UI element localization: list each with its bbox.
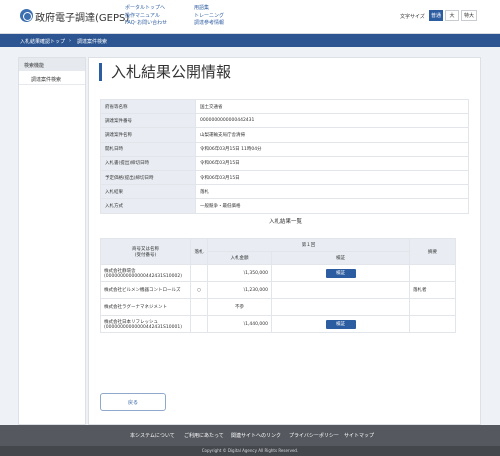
footer-link-related[interactable]: 関連サイトへのリンク xyxy=(231,432,281,439)
font-size-xlarge-button[interactable]: 特大 xyxy=(461,10,477,21)
geps-logo-icon[interactable] xyxy=(20,9,33,22)
amount-cell: \1,230,000 xyxy=(207,281,272,299)
company-name: 株式会社ラグーナマネジメント xyxy=(104,305,167,310)
info-value: 0000000000000442431 xyxy=(195,113,469,129)
amount-cell: 不参 xyxy=(207,298,272,316)
site-header: 政府電子調達(GEPS) ポータルトップへ 操作マニュアル FAQ･お問い合わせ… xyxy=(0,0,500,34)
info-value: 国土交通省 xyxy=(195,98,469,115)
verify-cell xyxy=(271,298,410,316)
bid-results-table: 商号又は名称 (受付番号) 落札 第１回 摘要 入札金額 検証 株式会社静環舎(… xyxy=(100,238,456,333)
info-label: 開札日時 xyxy=(100,141,196,157)
remarks-cell: 落札者 xyxy=(409,281,456,299)
company-name: 株式会社ビルメン機器コントロールズ xyxy=(104,288,181,293)
info-value: 令和06年03月15日 xyxy=(195,169,469,186)
info-row: 入札結果 落札 xyxy=(100,184,469,200)
info-row: 入札方式 一般競争・最低価格 xyxy=(100,198,469,214)
remarks-cell xyxy=(409,315,456,333)
glossary-link[interactable]: 用語集 xyxy=(194,5,224,13)
footer-link-sitemap[interactable]: サイトマップ xyxy=(344,432,374,439)
col-company: 商号又は名称 (受付番号) xyxy=(100,238,191,265)
verify-cell: 検証 xyxy=(271,264,410,282)
font-size-normal-button[interactable]: 普通 xyxy=(429,10,443,21)
footer-link-usage[interactable]: ご利用にあたって xyxy=(184,432,224,439)
results-title: 入札結果一覧 xyxy=(268,219,302,225)
info-row: 予定価格(提出)締切日時 令和06年03月15日 xyxy=(100,169,469,186)
faq-link[interactable]: FAQ･お問い合わせ xyxy=(125,20,167,28)
footer-link-about[interactable]: 本システムについて xyxy=(130,432,175,439)
company-cell: 株式会社静環舎 (00000000000000442431S10002) xyxy=(100,264,191,282)
verify-button[interactable]: 検証 xyxy=(325,268,356,278)
reference-link[interactable]: 調達参考情報 xyxy=(194,20,224,28)
info-row: 開札日時 令和06年03月15日 11時04分 xyxy=(100,141,469,157)
portal-top-link[interactable]: ポータルトップへ xyxy=(125,5,167,13)
page-title: 入札結果公開情報 xyxy=(99,63,231,81)
col-round: 第１回 xyxy=(207,238,410,252)
info-value: 落札 xyxy=(195,184,469,200)
site-logo-text[interactable]: 政府電子調達(GEPS) xyxy=(35,9,129,24)
sidebar-item-search[interactable]: 調達案件検索 xyxy=(19,71,85,85)
breadcrumb-item-top[interactable]: 入札結果確認トップ xyxy=(20,38,65,45)
info-value: 山梨運輸支局庁舎清掃 xyxy=(195,127,469,143)
winner-cell xyxy=(190,298,208,316)
info-value: 令和06年03月15日 11時04分 xyxy=(195,141,469,157)
breadcrumb: 入札結果確認トップ › 調達案件検索 xyxy=(0,34,500,47)
info-value: 一般競争・最低価格 xyxy=(195,198,469,214)
receipt-number: (00000000000000442431S10002) xyxy=(104,273,182,279)
info-row: 調達案件番号 0000000000000442431 xyxy=(100,113,469,129)
col-winner: 落札 xyxy=(190,238,208,265)
back-button[interactable]: 戻る xyxy=(100,393,166,411)
amount-cell: \1,350,000 xyxy=(207,264,272,282)
training-link[interactable]: トレーニング xyxy=(194,13,224,21)
table-row: 株式会社ラグーナマネジメント 不参 xyxy=(100,298,456,316)
verify-button[interactable]: 検証 xyxy=(325,319,356,329)
amount-cell: \1,440,000 xyxy=(207,315,272,333)
info-label: 予定価格(提出)締切日時 xyxy=(100,169,196,186)
info-row: 入札書(提出)締切日時 令和06年03月15日 xyxy=(100,155,469,171)
header-links-secondary: 用語集 トレーニング 調達参考情報 xyxy=(194,5,224,28)
verify-cell: 検証 xyxy=(271,315,410,333)
company-cell: 株式会社日本リフレッシュ (00000000000000442431S10001) xyxy=(100,315,191,333)
info-label: 府省等名称 xyxy=(100,98,196,115)
main-panel: 入札結果公開情報 府省等名称 国土交通省 調達案件番号 000000000000044… xyxy=(88,57,481,425)
info-row: 調達案件名称 山梨運輸支局庁舎清掃 xyxy=(100,127,469,143)
copyright: Copyright © Digital Agency All Rights Re… xyxy=(0,446,500,456)
verify-cell xyxy=(271,281,410,299)
table-row: 株式会社日本リフレッシュ (00000000000000442431S10001)… xyxy=(100,315,456,333)
winner-cell xyxy=(190,264,208,282)
table-row: 株式会社ビルメン機器コントロールズ ○ \1,230,000 落札者 xyxy=(100,281,456,299)
font-size-label: 文字サイズ xyxy=(400,14,425,20)
breadcrumb-item-current: 調達案件検索 xyxy=(77,39,108,45)
winner-cell: ○ xyxy=(190,281,208,299)
info-label: 入札書(提出)締切日時 xyxy=(100,155,196,171)
sidebar-heading: 検索機能 xyxy=(19,58,85,71)
remarks-cell xyxy=(409,264,456,282)
info-label: 入札方式 xyxy=(100,198,196,214)
receipt-number: (00000000000000442431S10001) xyxy=(104,324,182,330)
font-size-large-button[interactable]: 大 xyxy=(445,10,459,21)
remarks-cell xyxy=(409,298,456,316)
footer-link-privacy[interactable]: プライバシーポリシー xyxy=(289,432,339,439)
manual-link[interactable]: 操作マニュアル xyxy=(125,13,167,21)
col-amount: 入札金額 xyxy=(207,251,272,265)
company-cell: 株式会社ビルメン機器コントロールズ xyxy=(100,281,191,299)
info-label: 調達案件名称 xyxy=(100,127,196,143)
header-links-primary: ポータルトップへ 操作マニュアル FAQ･お問い合わせ xyxy=(125,5,167,28)
col-remarks: 摘要 xyxy=(409,238,456,265)
info-row: 府省等名称 国土交通省 xyxy=(100,98,469,115)
bid-info-table: 府省等名称 国土交通省 調達案件番号 0000000000000442431 調達案件名… xyxy=(100,98,469,214)
col-verify: 検証 xyxy=(271,251,410,265)
breadcrumb-chevron-icon: › xyxy=(69,37,71,44)
sidebar: 検索機能 調達案件検索 xyxy=(18,57,86,425)
info-value: 令和06年03月15日 xyxy=(195,155,469,171)
winner-cell xyxy=(190,315,208,333)
company-cell: 株式会社ラグーナマネジメント xyxy=(100,298,191,316)
info-label: 入札結果 xyxy=(100,184,196,200)
table-row: 株式会社静環舎 (00000000000000442431S10002) \1,35… xyxy=(100,264,456,282)
info-label: 調達案件番号 xyxy=(100,113,196,129)
